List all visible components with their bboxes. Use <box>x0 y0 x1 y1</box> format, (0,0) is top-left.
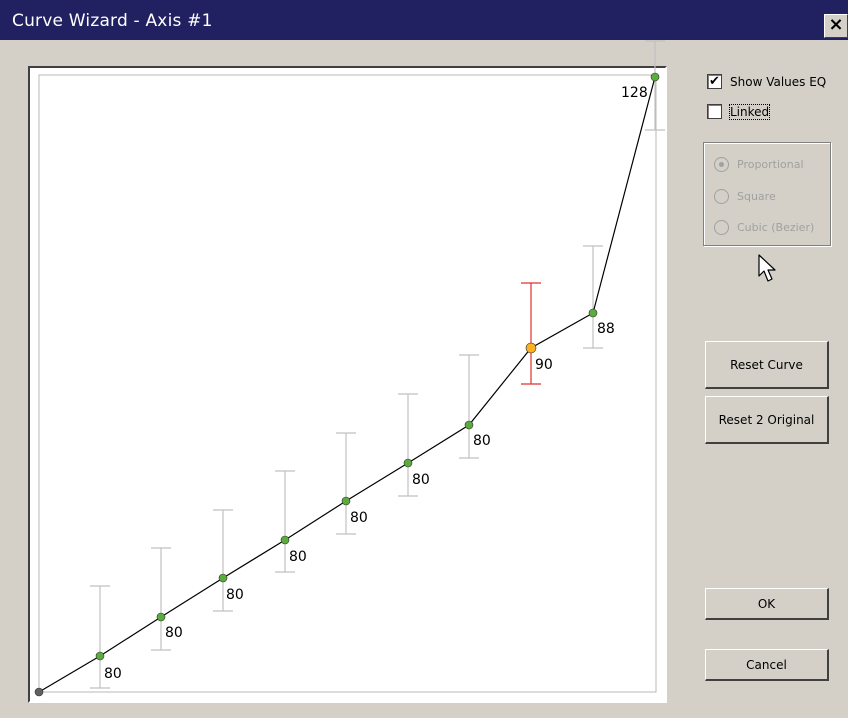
control-point[interactable] <box>95 651 105 661</box>
reset-curve-button[interactable]: Reset Curve <box>705 341 829 389</box>
control-point[interactable] <box>280 535 290 545</box>
radio-square[interactable] <box>714 189 729 204</box>
radio-cubic-bezier-label: Cubic (Bezier) <box>737 221 815 234</box>
control-point[interactable] <box>403 458 413 468</box>
show-values-eq-label: Show Values EQ <box>730 75 827 89</box>
show-values-eq-checkbox[interactable]: ✔ <box>707 74 722 89</box>
point-value-label: 80 <box>289 549 307 565</box>
point-value-label: 80 <box>473 433 491 449</box>
linked-label: Linked <box>728 104 771 120</box>
point-value-label: 80 <box>412 472 430 488</box>
point-value-label: 88 <box>597 321 615 337</box>
selected-control-point[interactable] <box>525 342 537 354</box>
linked-checkbox[interactable] <box>707 104 722 119</box>
point-value-label: 80 <box>350 510 368 526</box>
ok-button[interactable]: OK <box>705 588 829 620</box>
point-value-label: 90 <box>535 357 553 373</box>
point-value-label: 128 <box>621 85 648 101</box>
point-value-label: 80 <box>165 625 183 641</box>
point-value-label: 80 <box>226 587 244 603</box>
mouse-pointer-icon <box>758 254 776 282</box>
control-point[interactable] <box>156 612 166 622</box>
control-point[interactable] <box>341 496 351 506</box>
radio-cubic-bezier[interactable] <box>714 220 729 235</box>
radio-proportional-label: Proportional <box>737 158 804 171</box>
control-point[interactable] <box>588 308 598 318</box>
cancel-button[interactable]: Cancel <box>705 649 829 681</box>
point-value-label: 80 <box>104 666 122 682</box>
range-bar <box>645 40 665 131</box>
reset-original-button[interactable]: Reset 2 Original <box>705 396 829 444</box>
graph-inner-border <box>38 74 657 693</box>
curve-line <box>38 76 656 693</box>
control-point[interactable] <box>650 72 660 82</box>
radio-proportional[interactable] <box>714 157 729 172</box>
radio-square-label: Square <box>737 190 776 203</box>
control-point[interactable] <box>218 573 228 583</box>
control-point[interactable] <box>34 687 44 697</box>
control-point[interactable] <box>464 420 474 430</box>
